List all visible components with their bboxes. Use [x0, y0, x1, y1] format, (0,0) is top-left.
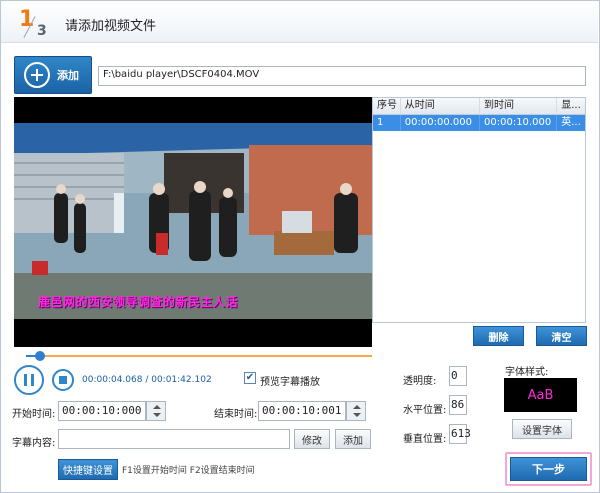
pause-button[interactable]: [14, 365, 44, 395]
stop-icon: [59, 376, 67, 384]
row-from-time: 00:00:00.000: [401, 115, 480, 131]
row-index: 1: [373, 115, 401, 131]
end-time-input[interactable]: 00:00:10:001: [258, 401, 346, 421]
column-header-show[interactable]: 显...: [557, 98, 585, 114]
subtitle-content-input[interactable]: [58, 429, 290, 449]
page-title: 请添加视频文件: [65, 19, 157, 34]
opacity-input[interactable]: 0: [449, 366, 467, 386]
add-file-button[interactable]: 添加: [14, 56, 92, 94]
end-time-label: 结束时间:: [214, 409, 258, 420]
opacity-label: 透明度:: [403, 376, 437, 387]
start-time-input[interactable]: 00:00:10:000: [58, 401, 146, 421]
set-font-button[interactable]: 设置字体: [512, 419, 572, 439]
preview-subtitle-checkbox[interactable]: ✔: [244, 372, 256, 384]
clear-button[interactable]: 清空: [536, 326, 587, 346]
delete-button[interactable]: 删除: [473, 326, 524, 346]
font-style-label: 字体样式:: [505, 367, 549, 378]
video-preview[interactable]: 鹿邑网的西安领导调查的新民主人话: [14, 97, 372, 347]
plus-circle-icon: [24, 62, 50, 88]
playback-time: 00:00:04.068 / 00:01:42.102: [82, 375, 212, 385]
table-row[interactable]: 1 00:00:00.000 00:00:10.000 英...: [373, 115, 585, 131]
vertical-position-label: 垂直位置:: [403, 434, 447, 445]
next-button-frame: 下一步: [505, 452, 592, 486]
start-time-stepper[interactable]: [146, 401, 166, 421]
subtitle-table: 序号 从时间 到时间 显... 1 00:00:00.000 00:00:10.…: [372, 97, 586, 323]
preview-subtitle-label: 预览字幕播放: [260, 377, 320, 388]
checkmark-icon: ✔: [245, 372, 255, 383]
shortcut-settings-button[interactable]: 快捷键设置: [58, 459, 118, 480]
start-time-label: 开始时间:: [12, 409, 56, 420]
playback-progress-bar[interactable]: [26, 355, 372, 357]
end-time-stepper[interactable]: [346, 401, 366, 421]
step-total-number: 3: [37, 23, 47, 39]
row-show: 英...: [561, 117, 581, 128]
font-preview: AaB: [504, 378, 577, 412]
vertical-position-input[interactable]: 613: [449, 424, 471, 444]
subtitle-table-header: 序号 从时间 到时间 显...: [373, 98, 585, 115]
next-button[interactable]: 下一步: [510, 457, 587, 481]
step-header: 1 3 请添加视频文件: [1, 1, 598, 43]
add-subtitle-button[interactable]: 添加: [335, 429, 371, 449]
shortcut-hint: F1设置开始时间 F2设置结束时间: [122, 466, 255, 476]
subtitle-overlay-text: 鹿邑网的西安领导调查的新民主人话: [38, 295, 239, 309]
stop-button[interactable]: [52, 369, 74, 391]
column-header-to[interactable]: 到时间: [480, 98, 558, 114]
column-header-index[interactable]: 序号: [373, 98, 401, 114]
modify-button[interactable]: 修改: [294, 429, 330, 449]
video-frame-image: [14, 123, 372, 319]
column-header-from[interactable]: 从时间: [401, 98, 480, 114]
horizontal-position-label: 水平位置:: [403, 405, 447, 416]
add-file-label: 添加: [57, 69, 79, 82]
file-path-field[interactable]: F:\baidu player\DSCF0404.MOV: [98, 66, 586, 86]
row-to-time: 00:00:10.000: [480, 115, 558, 131]
progress-handle[interactable]: [34, 351, 45, 361]
subtitle-content-label: 字幕内容:: [12, 438, 56, 449]
horizontal-position-input[interactable]: 86: [449, 395, 467, 415]
pause-icon: [24, 374, 34, 386]
